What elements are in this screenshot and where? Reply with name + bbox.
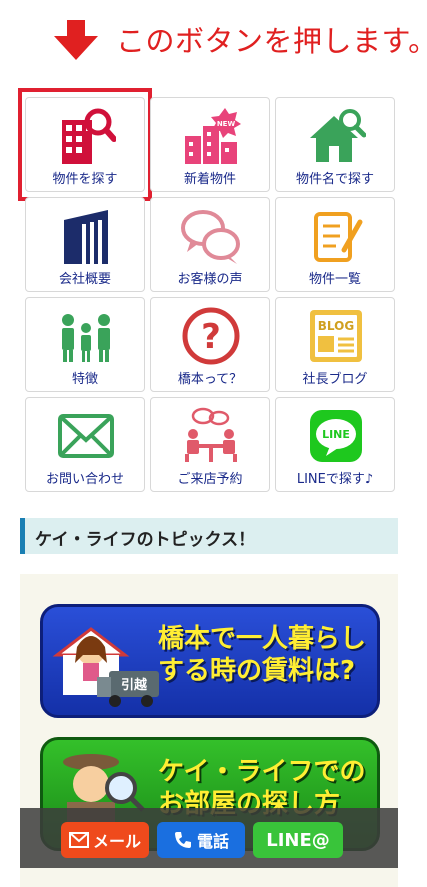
tile-label: 特徴	[71, 372, 98, 387]
tile-label: 物件一覧	[308, 272, 361, 287]
tile-search-by-name[interactable]: 物件名で探す	[275, 97, 395, 192]
moving-girl-illustration: 引越	[52, 627, 159, 707]
new-badge-text: NEW	[217, 120, 236, 128]
banner-text: 橋本で一人暮らし する時の賃料は?	[158, 623, 366, 687]
tile-property-list[interactable]: 物件一覧	[275, 197, 395, 292]
mail-button[interactable]: メール	[61, 822, 149, 858]
tile-label: 橋本って？	[177, 372, 243, 387]
topics-section-header: ケイ・ライフのトピックス！	[20, 518, 398, 554]
meeting-icon	[185, 407, 237, 462]
mail-icon	[68, 832, 89, 848]
question-glyph: ?	[201, 317, 221, 357]
tile-label: 新着物件	[183, 172, 236, 187]
tile-label: お問い合わせ	[45, 472, 124, 487]
envelope-icon	[58, 414, 114, 458]
phone-button[interactable]: 電話	[157, 822, 245, 858]
tile-visit-reservation[interactable]: ご来店予約	[150, 397, 270, 492]
new-buildings-icon: NEW	[185, 108, 241, 164]
house-search-icon	[310, 109, 366, 162]
tile-label: ご来店予約	[177, 472, 243, 487]
tile-features[interactable]: 特徴	[25, 297, 145, 392]
banner-line-2: する時の賃料は?	[158, 656, 356, 686]
tile-customer-voices[interactable]: お客様の声	[150, 197, 270, 292]
truck-text: 引越	[121, 677, 148, 693]
phone-label: 電話	[196, 832, 229, 851]
tile-search-property[interactable]: 物件を探す	[25, 97, 145, 192]
banner-line-1: 橋本で一人暮らし	[158, 624, 367, 654]
building-search-icon	[62, 108, 116, 164]
blog-glyph: BLOG	[318, 319, 354, 333]
topics-title: ケイ・ライフのトピックス！	[35, 530, 256, 550]
notepad-pen-icon	[314, 212, 363, 262]
line-app-icon: LINE	[310, 410, 362, 462]
tile-about-hashimoto[interactable]: ? 橋本って？	[150, 297, 270, 392]
instruction-banner: このボタンを押します。	[0, 0, 427, 70]
tile-president-blog[interactable]: BLOG 社長ブログ	[275, 297, 395, 392]
tile-contact[interactable]: お問い合わせ	[25, 397, 145, 492]
contact-bottom-bar: メール 電話 LINE@	[20, 808, 398, 868]
phone-icon	[174, 832, 191, 848]
question-mark-icon: ?	[182, 307, 240, 365]
line-button[interactable]: LINE@	[253, 822, 343, 858]
banner-living-alone-rent[interactable]: 引越 橋本で一人暮らし する時の賃料は?	[40, 604, 380, 718]
mail-label: メール	[92, 832, 141, 851]
speech-bubbles-icon	[181, 210, 240, 264]
instruction-text: このボタンを押します。	[116, 24, 427, 58]
line-label: LINE@	[266, 829, 330, 851]
blog-icon: BLOG	[310, 310, 362, 362]
tile-label: お客様の声	[177, 272, 243, 287]
people-icon	[62, 314, 110, 362]
tile-label: 会社概要	[58, 272, 111, 287]
tile-label: LINEで探す♪	[296, 472, 374, 487]
tile-label: 物件名で探す	[295, 172, 374, 187]
tile-line-search[interactable]: LINE LINEで探す♪	[275, 397, 395, 492]
down-arrow-icon	[54, 20, 98, 60]
office-building-icon	[64, 210, 108, 264]
tile-label: 物件を探す	[52, 172, 118, 187]
banner-line-1: ケイ・ライフでの	[158, 757, 366, 787]
tile-label: 社長ブログ	[302, 372, 368, 387]
line-glyph: LINE	[322, 428, 350, 441]
tile-company-profile[interactable]: 会社概要	[25, 197, 145, 292]
tile-new-properties[interactable]: NEW 新着物件	[150, 97, 270, 192]
